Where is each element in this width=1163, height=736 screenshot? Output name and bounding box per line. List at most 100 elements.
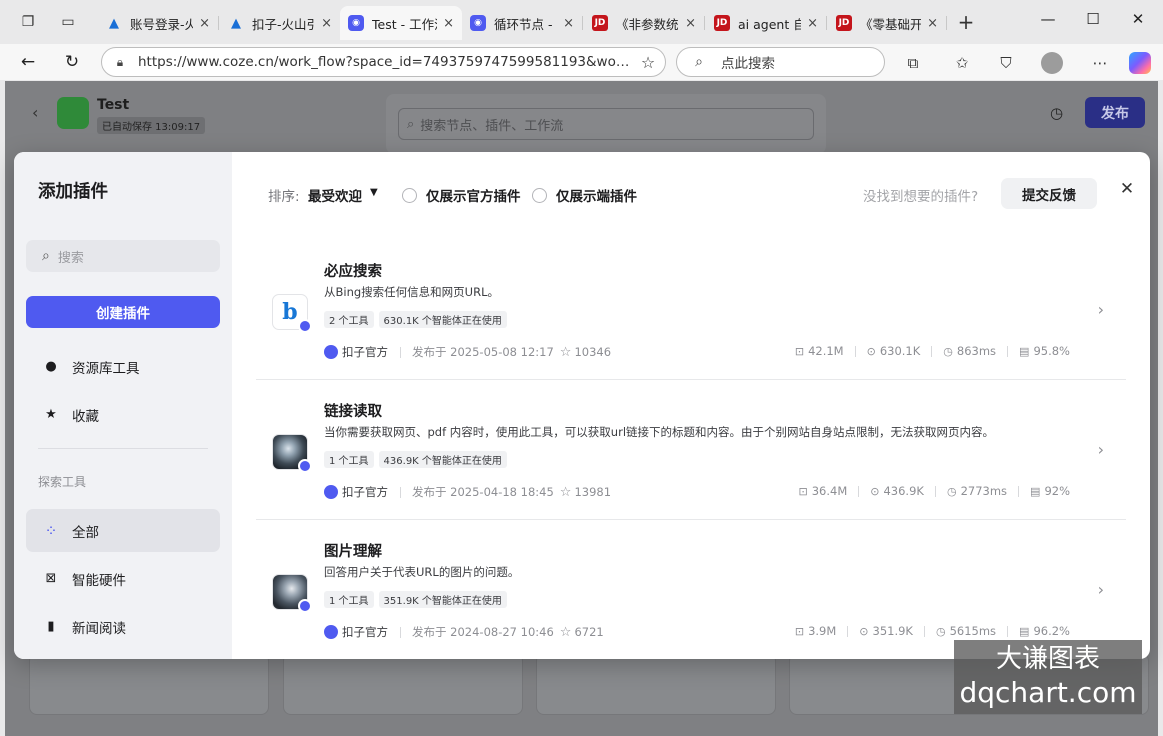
success-icon: ▤ xyxy=(1019,624,1030,638)
plugin-sidebar: 添加插件 ⌕ 搜索 创建插件 ● 资源库工具 ★ 收藏 探索工具 ⁘ 全部 ⊠ xyxy=(14,152,232,659)
close-icon[interactable]: × xyxy=(443,16,454,31)
publish-date: 发布于 2024-08-27 10:46 xyxy=(412,625,554,639)
official-badge-icon xyxy=(298,599,312,613)
copilot-icon[interactable] xyxy=(1129,52,1151,74)
plugin-card[interactable]: 链接读取 当你需要获取网页、pdf 内容时，使用此工具，可以获取url链接下的标… xyxy=(256,380,1126,520)
star-count: 10346 xyxy=(574,345,612,359)
sort-select[interactable]: 最受欢迎 xyxy=(308,185,362,205)
tool-count-tag: 1 个工具 xyxy=(324,451,374,468)
publisher: 扣子官方 xyxy=(342,625,388,639)
back-icon[interactable]: ← xyxy=(16,50,40,74)
coze-icon: ◉ xyxy=(470,15,486,31)
plugin-name: 必应搜索 xyxy=(324,264,382,280)
latency: 5615ms xyxy=(949,624,997,638)
workflow-logo xyxy=(57,97,89,129)
official-only-radio[interactable]: 仅展示官方插件 xyxy=(402,185,521,205)
shield-icon[interactable]: ⛉ xyxy=(995,52,1017,74)
vertical-tabs-icon[interactable]: ▭ xyxy=(58,12,78,32)
close-icon[interactable]: × xyxy=(685,16,696,31)
avatar[interactable] xyxy=(1041,52,1063,74)
maximize-icon[interactable]: ☐ xyxy=(1078,10,1108,28)
close-icon[interactable]: × xyxy=(321,16,332,31)
usage-tag: 351.9K 个智能体正在使用 xyxy=(378,591,507,608)
chevron-right-icon[interactable]: › xyxy=(1098,580,1104,599)
bot-icon: ⊙ xyxy=(870,484,880,498)
sidebar-item-library[interactable]: ● 资源库工具 xyxy=(26,345,220,388)
search-icon: ⌕ xyxy=(42,248,50,264)
cloud-only-radio[interactable]: 仅展示端插件 xyxy=(532,185,637,205)
star-icon: ☆ xyxy=(559,624,572,640)
new-tab-button[interactable]: + xyxy=(956,10,976,34)
bot-count: 436.9K xyxy=(883,484,924,498)
chevron-down-icon[interactable]: ▼ xyxy=(370,187,378,198)
close-icon[interactable]: × xyxy=(927,16,938,31)
url-field[interactable]: 🔒︎ https://www.coze.cn/work_flow?space_i… xyxy=(101,47,666,77)
workspaces-icon[interactable]: ❐ xyxy=(18,12,38,32)
tab-6[interactable]: JD 《零基础开 × xyxy=(828,6,946,40)
plugin-card[interactable]: b 必应搜索 从Bing搜索任何信息和网页URL。 2 个工具 630.1K 个… xyxy=(256,240,1126,380)
more-menu-icon[interactable]: ⋯ xyxy=(1089,52,1111,74)
jd-icon: JD xyxy=(836,15,852,31)
history-icon[interactable]: ◷ xyxy=(1050,104,1063,122)
radio-circle[interactable] xyxy=(402,187,417,203)
submit-feedback-button[interactable]: 提交反馈 xyxy=(1001,178,1097,209)
close-icon[interactable]: × xyxy=(807,16,818,31)
watermark: 大谦图表 dqchart.com xyxy=(954,640,1142,714)
success-icon: ▤ xyxy=(1030,484,1041,498)
jd-icon: JD xyxy=(714,15,730,31)
sidebar-item-all[interactable]: ⁘ 全部 xyxy=(26,509,220,552)
extensions-icon[interactable]: ⧉ xyxy=(902,52,924,74)
back-arrow-icon[interactable]: ‹ xyxy=(32,103,38,122)
tab-5[interactable]: JD ai agent 自 × xyxy=(706,6,826,40)
clock-icon: ◷ xyxy=(946,484,957,498)
close-icon[interactable]: ✕ xyxy=(1116,179,1138,199)
favorite-star-icon[interactable]: ☆ xyxy=(631,53,665,72)
official-badge-icon xyxy=(298,319,312,333)
tab-1[interactable]: ▲ 扣子-火山引 × xyxy=(220,6,340,40)
plugin-card[interactable]: 图片理解 回答用户关于代表URL的图片的问题。 1 个工具 351.9K 个智能… xyxy=(256,520,1126,659)
minimize-icon[interactable]: — xyxy=(1033,10,1063,28)
calls-icon: ⊡ xyxy=(798,484,808,498)
plugin-desc: 从Bing搜索任何信息和网页URL。 xyxy=(324,285,499,299)
plugin-search-input[interactable]: ⌕ 搜索 xyxy=(26,240,220,272)
chevron-right-icon[interactable]: › xyxy=(1098,300,1104,319)
radio-circle[interactable] xyxy=(532,187,547,203)
coze-icon xyxy=(324,345,338,359)
publish-button[interactable]: 发布 xyxy=(1085,97,1145,128)
success-rate: 92% xyxy=(1044,484,1070,498)
search-icon: ⌕ xyxy=(407,116,415,132)
tab-2[interactable]: ◉ Test - 工作流 × xyxy=(340,6,462,40)
tool-count-tag: 2 个工具 xyxy=(324,311,374,328)
publish-date: 发布于 2025-05-08 12:17 xyxy=(412,345,554,359)
dialog-title: 添加插件 xyxy=(38,182,108,202)
browser-search-input[interactable]: ⌕ 点此搜索 xyxy=(676,47,885,77)
book-icon: ▮ xyxy=(47,619,55,634)
create-plugin-button[interactable]: 创建插件 xyxy=(26,296,220,328)
coze-icon xyxy=(324,485,338,499)
success-rate: 96.2% xyxy=(1033,624,1070,638)
close-icon[interactable]: × xyxy=(563,16,574,31)
close-icon[interactable]: × xyxy=(199,16,210,31)
sidebar-item-news[interactable]: ▮ 新闻阅读 xyxy=(26,605,220,648)
window-close-icon[interactable]: ✕ xyxy=(1123,10,1153,28)
sidebar-item-favorites[interactable]: ★ 收藏 xyxy=(26,393,220,436)
grid-icon: ⁘ xyxy=(44,521,58,540)
favorites-icon[interactable]: ✩ xyxy=(951,52,973,74)
tool-count-tag: 1 个工具 xyxy=(324,591,374,608)
bg-node-card xyxy=(29,653,269,715)
reload-icon[interactable]: ↻ xyxy=(60,50,84,74)
chevron-right-icon[interactable]: › xyxy=(1098,440,1104,459)
latency: 2773ms xyxy=(960,484,1008,498)
success-icon: ▤ xyxy=(1019,344,1030,358)
tab-3[interactable]: ◉ 循环节点 - × xyxy=(462,6,582,40)
address-bar: ← ↻ 🔒︎ https://www.coze.cn/work_flow?spa… xyxy=(0,44,1163,80)
node-search-input[interactable]: ⌕ 搜索节点、插件、工作流 xyxy=(398,108,814,140)
bot-icon: ⊙ xyxy=(859,624,869,638)
success-rate: 95.8% xyxy=(1033,344,1070,358)
group-label: 探索工具 xyxy=(38,475,87,489)
fire-icon: ▲ xyxy=(231,15,241,31)
sidebar-item-hardware[interactable]: ⊠ 智能硬件 xyxy=(26,557,220,600)
publisher: 扣子官方 xyxy=(342,485,388,499)
tab-4[interactable]: JD 《非参数统 × xyxy=(584,6,704,40)
tab-0[interactable]: ▲ 账号登录-火 × xyxy=(98,6,218,40)
